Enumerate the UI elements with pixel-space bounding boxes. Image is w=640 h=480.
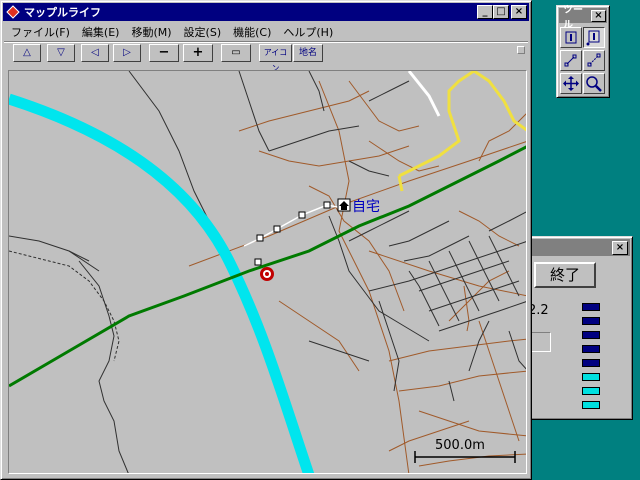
end-button[interactable]: 終了 [534, 262, 596, 288]
legend-swatch [582, 331, 600, 339]
text-cursor-alt-icon [586, 30, 600, 46]
map-canvas[interactable] [9, 71, 527, 474]
legend-swatch [582, 303, 600, 311]
text-cursor-icon [565, 31, 577, 44]
white-rail-line [407, 71, 441, 117]
magnifier-icon [586, 76, 602, 92]
boundary-line [398, 71, 475, 178]
polyline-icon [564, 54, 577, 67]
boundary-line-3 [473, 71, 526, 132]
menu-move[interactable]: 移動(M) [125, 24, 177, 40]
scale-label: 500.0m [435, 438, 485, 453]
maximize-button[interactable]: □ [493, 5, 509, 19]
legend-swatch [582, 359, 600, 367]
scroll-right-button[interactable]: ▷ [113, 44, 141, 62]
zoom-in-button[interactable]: + [183, 44, 213, 62]
legend-swatch [582, 387, 600, 395]
place-name-toggle-button[interactable]: 地名 [293, 44, 323, 62]
tool-window-close-button[interactable]: × [590, 9, 606, 22]
scroll-left-button[interactable]: ◁ [81, 44, 109, 62]
boundary-line-2 [397, 175, 404, 192]
close-button[interactable]: × [511, 5, 527, 19]
move-tool-button[interactable] [560, 73, 582, 94]
toolbar-separator [4, 41, 528, 43]
map-view[interactable]: 自宅 500.0m [8, 70, 527, 474]
menu-help[interactable]: ヘルプ(H) [277, 24, 339, 40]
menu-edit[interactable]: 編集(E) [76, 24, 126, 40]
draw-line-tool-button[interactable] [560, 50, 582, 71]
scroll-down-button[interactable]: ▽ [47, 44, 75, 62]
home-icon[interactable] [337, 198, 351, 212]
resize-grip[interactable] [517, 46, 525, 54]
window-title: マップルライフ [24, 6, 101, 19]
tool-window: ツール × [556, 5, 610, 98]
stream-line [78, 260, 129, 473]
app-diamond-icon [6, 5, 20, 19]
legend-swatch [582, 401, 600, 409]
target-marker-icon[interactable] [260, 267, 274, 281]
main-window: マップルライフ _ □ × ファイル(F) 編集(E) 移動(M) 設定(S) … [0, 0, 532, 480]
minimize-button[interactable]: _ [477, 5, 493, 19]
move-arrows-icon [563, 76, 579, 91]
polyline-alt-icon [587, 53, 601, 67]
icon-toggle-button[interactable]: アイコン [259, 44, 292, 73]
sub-window-close-button[interactable]: × [612, 240, 628, 255]
menu-settings[interactable]: 設定(S) [178, 24, 228, 40]
tool-window-titlebar[interactable]: ツール × [559, 5, 607, 31]
scroll-up-button[interactable]: △ [13, 44, 41, 62]
frame-button[interactable]: ▭ [221, 44, 251, 62]
main-titlebar[interactable]: マップルライフ _ □ × [3, 3, 529, 21]
river [9, 93, 315, 473]
legend-swatch [582, 345, 600, 353]
zoom-tool-button[interactable] [583, 73, 605, 94]
tool-window-title: ツール [563, 4, 583, 31]
draw-line-2-tool-button[interactable] [583, 50, 605, 71]
sub-window-titlebar[interactable]: × [523, 239, 630, 256]
zoom-out-button[interactable]: − [149, 44, 179, 62]
text-tool-active-button[interactable] [583, 27, 605, 48]
legend-swatch [582, 373, 600, 381]
contour-line [9, 250, 120, 362]
sub-window-input-box[interactable] [529, 332, 551, 352]
menu-function[interactable]: 機能(C) [227, 24, 277, 40]
menubar: ファイル(F) 編集(E) 移動(M) 設定(S) 機能(C) ヘルプ(H) [5, 23, 339, 41]
legend-swatch [582, 317, 600, 325]
home-label: 自宅 [352, 199, 380, 215]
menu-file[interactable]: ファイル(F) [5, 24, 76, 40]
text-tool-button[interactable] [560, 27, 582, 48]
